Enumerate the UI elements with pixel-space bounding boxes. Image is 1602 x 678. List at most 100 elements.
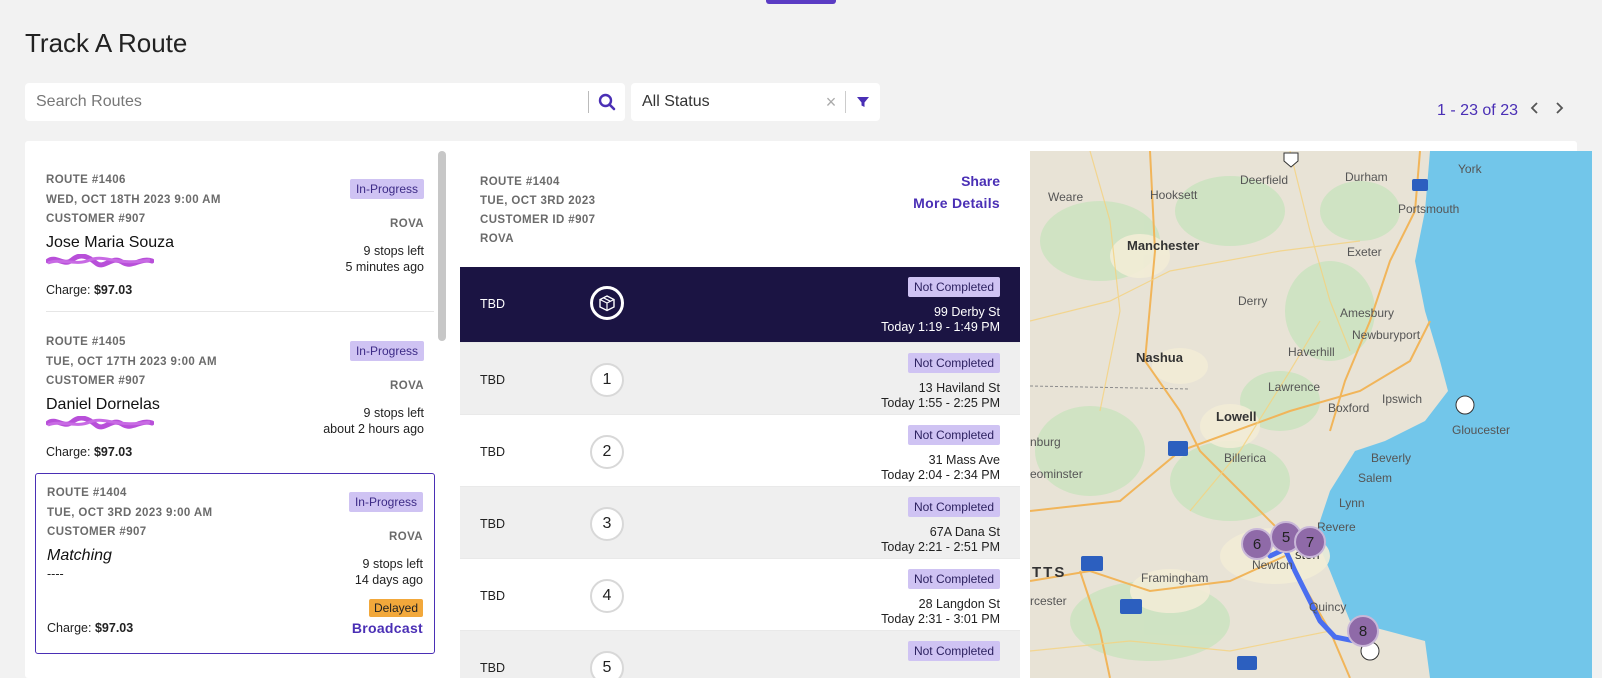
stop-number: 1 [590, 363, 624, 397]
search-button[interactable] [589, 83, 625, 121]
stop-row[interactable]: TBD Not Completed 99 Derby St Today 1:19… [460, 267, 1020, 343]
more-details-link[interactable]: More Details [913, 195, 1000, 211]
stop-row[interactable]: TBD 1 Not Completed 13 Haviland St Today… [460, 343, 1020, 415]
redacted-phone [45, 415, 155, 429]
route-map[interactable]: York Weare Hooksett Deerfield Durham Por… [1030, 151, 1592, 678]
stop-street: 28 Langdon St [918, 597, 1000, 611]
route-progress: 9 stops left 5 minutes ago [345, 243, 424, 275]
chevron-right-icon[interactable] [1552, 101, 1566, 120]
map-label: Lowell [1216, 409, 1256, 424]
stop-number: 3 [590, 507, 624, 541]
time-ago: about 2 hours ago [323, 422, 424, 436]
stop-address: 13 Haviland St Today 1:55 - 2:25 PM [881, 381, 1000, 411]
time-ago: 14 days ago [354, 573, 423, 587]
chevron-left-icon[interactable] [1528, 101, 1542, 120]
stop-street: 31 Mass Ave [928, 453, 1000, 467]
route-list-scrollbar[interactable] [438, 151, 446, 341]
stop-eta: TBD [480, 661, 505, 675]
status-badge: In-Progress [349, 179, 424, 199]
pagination-range: 1 - 23 of 23 [1437, 101, 1518, 119]
map-label: Salem [1358, 471, 1392, 485]
map-label: Durham [1345, 170, 1388, 184]
stop-status-badge: Not Completed [907, 497, 1000, 517]
charge-label: Charge: [47, 621, 92, 635]
status-badge: In-Progress [348, 492, 423, 512]
map-label: Nashua [1136, 350, 1184, 365]
stop-row[interactable]: TBD 3 Not Completed 67A Dana St Today 2:… [460, 487, 1020, 559]
stop-number: 5 [590, 651, 624, 678]
stop-address: 28 Langdon St Today 2:31 - 3:01 PM [881, 597, 1000, 627]
stop-status-badge: Not Completed [907, 641, 1000, 661]
stop-eta: TBD [480, 373, 505, 387]
charge-label: Charge: [46, 444, 91, 459]
broadcast-link[interactable]: Broadcast [352, 620, 423, 636]
stop-window: Today 2:21 - 2:51 PM [881, 540, 1000, 554]
search-icon [598, 93, 616, 111]
stops-left: 9 stops left [362, 557, 423, 571]
detail-date: TUE, OCT 3RD 2023 [480, 195, 596, 207]
filter-button[interactable] [846, 95, 880, 109]
page-title: Track A Route [25, 28, 188, 58]
charge: Charge: $97.03 [46, 283, 425, 297]
filter-icon [857, 97, 869, 107]
stop-eta: TBD [480, 517, 505, 531]
map-canvas[interactable]: York Weare Hooksett Deerfield Durham Por… [1030, 151, 1592, 678]
map-label: Gloucester [1452, 423, 1510, 437]
map-label: TTS [1032, 564, 1066, 581]
route-card-selected[interactable]: ROUTE #1404 TUE, OCT 3RD 2023 9:00 AM CU… [35, 473, 435, 654]
map-label: Newburyport [1352, 328, 1421, 342]
map-label: Billerica [1224, 451, 1266, 465]
company-name: ROVA [390, 380, 424, 392]
stop-row[interactable]: TBD 4 Not Completed 28 Langdon St Today … [460, 559, 1020, 631]
stop-status-badge: Not Completed [907, 277, 1000, 297]
time-ago: 5 minutes ago [345, 260, 424, 274]
map-label: rcester [1030, 594, 1067, 608]
map-label: Deerfield [1240, 173, 1288, 187]
map-stop-marker[interactable]: 7 [1294, 526, 1326, 558]
map-label: Derry [1238, 294, 1267, 308]
stop-street: 67A Dana St [929, 525, 1000, 539]
stops-left: 9 stops left [363, 406, 424, 420]
stop-status-badge: Not Completed [907, 353, 1000, 373]
detail-company: ROVA [480, 233, 514, 245]
clear-icon[interactable]: × [817, 92, 845, 113]
company-name: ROVA [389, 531, 423, 543]
status-filter[interactable]: All Status × [631, 83, 880, 121]
stop-eta: TBD [480, 589, 505, 603]
map-label: York [1458, 162, 1483, 176]
map-label: Hooksett [1150, 188, 1198, 202]
main-panel: ROUTE #1406 WED, OCT 18TH 2023 9:00 AM C… [25, 141, 1592, 678]
charge-label: Charge: [46, 282, 91, 297]
detail-route-number: ROUTE #1404 [480, 176, 560, 188]
stop-row[interactable]: TBD 5 Not Completed [460, 631, 1020, 678]
stop-window: Today 1:19 - 1:49 PM [881, 320, 1000, 334]
map-label: Ipswich [1382, 392, 1422, 406]
delayed-badge: Delayed [368, 599, 423, 617]
map-label: Portsmouth [1398, 202, 1459, 216]
pagination: 1 - 23 of 23 [1437, 101, 1566, 120]
map-label: Lawrence [1268, 380, 1320, 394]
stop-row[interactable]: TBD 2 Not Completed 31 Mass Ave Today 2:… [460, 415, 1020, 487]
stop-address: 31 Mass Ave Today 2:04 - 2:34 PM [881, 453, 1000, 483]
search-input[interactable] [25, 93, 588, 111]
charge-amount: $97.03 [94, 621, 134, 635]
map-label: Beverly [1371, 451, 1411, 465]
map-stop-marker[interactable]: 6 [1241, 528, 1273, 560]
stop-status-badge: Not Completed [907, 425, 1000, 445]
route-card[interactable]: ROUTE #1405 TUE, OCT 17TH 2023 9:00 AM C… [35, 323, 435, 473]
route-detail: ROUTE #1404 TUE, OCT 3RD 2023 CUSTOMER I… [460, 151, 1020, 678]
stop-eta: TBD [480, 297, 505, 311]
share-link[interactable]: Share [961, 173, 1000, 189]
route-list: ROUTE #1406 WED, OCT 18TH 2023 9:00 AM C… [35, 151, 445, 678]
map-label: Amesbury [1340, 306, 1394, 320]
charge-amount: $97.03 [93, 444, 133, 459]
route-customer: CUSTOMER #907 [46, 375, 146, 387]
map-label: Exeter [1347, 245, 1382, 259]
route-card[interactable]: ROUTE #1406 WED, OCT 18TH 2023 9:00 AM C… [35, 161, 435, 311]
detail-meta: ROUTE #1404 TUE, OCT 3RD 2023 CUSTOMER I… [480, 173, 595, 249]
charge-amount: $97.03 [93, 282, 133, 297]
route-progress: 9 stops left 14 days ago [355, 556, 423, 588]
stop-window: Today 2:04 - 2:34 PM [881, 468, 1000, 482]
map-stop-marker[interactable]: 8 [1347, 615, 1379, 647]
stop-window: Today 2:31 - 3:01 PM [881, 612, 1000, 626]
